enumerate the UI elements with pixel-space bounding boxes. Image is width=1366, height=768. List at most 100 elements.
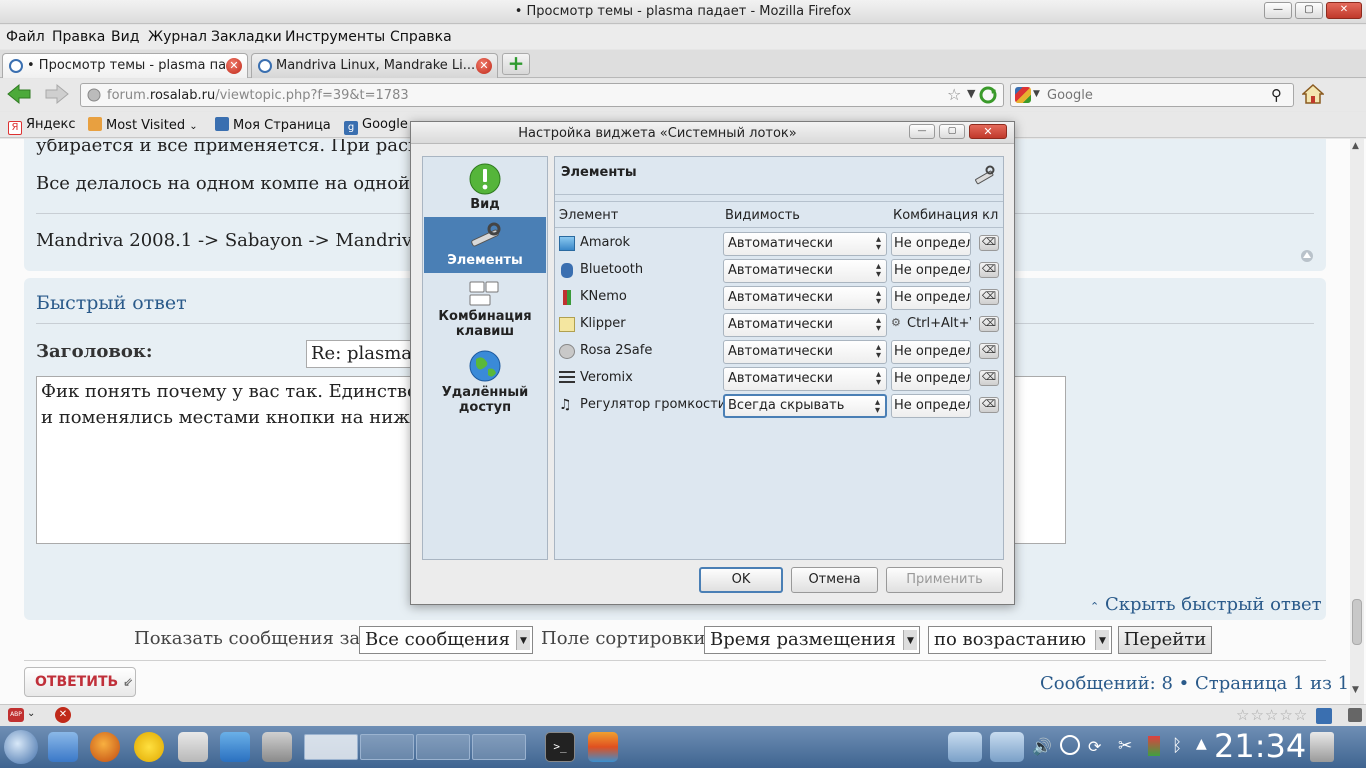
nav-remote-access[interactable]: Удалённый доступ (424, 349, 546, 415)
mail-icon[interactable] (178, 732, 208, 762)
search-box[interactable]: ▼ ⚲ (1010, 83, 1294, 107)
menu-tools[interactable]: Инструменты (285, 29, 385, 45)
task-window-3[interactable] (416, 734, 470, 760)
volume-icon[interactable]: 🔊 (1032, 737, 1052, 756)
network-icon[interactable] (1060, 735, 1080, 755)
visibility-select[interactable]: Всегда скрывать ▴ ▾ (723, 394, 887, 418)
clear-shortcut-icon[interactable]: ⌫ (979, 262, 999, 278)
engine-dropdown-icon[interactable]: ▼ (1033, 89, 1040, 99)
clear-shortcut-icon[interactable]: ⌫ (979, 397, 999, 413)
shortcut-button[interactable]: Не определено (891, 340, 971, 364)
scroll-down-icon[interactable]: ▼ (1352, 685, 1359, 695)
back-arrow-icon[interactable] (6, 83, 32, 105)
cancel-button[interactable]: Отмена (791, 567, 878, 593)
clear-shortcut-icon[interactable]: ⌫ (979, 343, 999, 359)
task-firefox-window[interactable] (304, 734, 358, 760)
dialog-minimize-button[interactable]: — (909, 124, 935, 139)
column-visibility[interactable]: Видимость (725, 208, 800, 223)
menu-bookmarks[interactable]: Закладки (211, 29, 282, 45)
adblock-dropdown-icon[interactable]: ⌄ (27, 708, 35, 719)
tray-expand-icon[interactable]: ▲ (1196, 736, 1207, 752)
bookmark-most-visited[interactable]: Most Visited ⌄ (88, 117, 198, 133)
start-menu-icon[interactable] (4, 730, 38, 764)
visibility-select[interactable]: Автоматически ▴ ▾ (723, 340, 887, 364)
page-scrollbar[interactable]: ▲ ▼ (1350, 139, 1364, 704)
shortcut-button[interactable]: Не определено (891, 286, 971, 310)
column-element[interactable]: Элемент (559, 208, 618, 223)
resize-grip-icon[interactable] (1348, 708, 1362, 722)
search-binoculars-icon[interactable]: ⚲ (1271, 86, 1282, 104)
shortcut-button[interactable]: Не определено (891, 232, 971, 256)
column-shortcut[interactable]: Комбинация кл (893, 208, 998, 223)
chat-icon[interactable] (134, 732, 164, 762)
tab-mandriva[interactable]: Mandriva Linux, Mandrake Li... ✕ (251, 53, 498, 78)
settings-icon[interactable] (262, 732, 292, 762)
tab-close-icon[interactable]: ✕ (476, 58, 492, 74)
sort-order-select[interactable]: по возрастанию ▼ (928, 626, 1112, 654)
rating-stars-icon[interactable]: ☆☆☆☆☆ (1236, 706, 1308, 724)
trash-icon[interactable] (1310, 732, 1334, 762)
clear-shortcut-icon[interactable]: ⌫ (979, 370, 999, 386)
clear-shortcut-icon[interactable]: ⌫ (979, 289, 999, 305)
addon-icon[interactable] (1316, 708, 1332, 724)
new-tab-button[interactable]: + (502, 53, 530, 75)
tab-close-icon[interactable]: ✕ (226, 58, 242, 74)
task-window-2[interactable] (360, 734, 414, 760)
firefox-icon[interactable] (90, 732, 120, 762)
dialog-maximize-button[interactable]: ▢ (939, 124, 965, 139)
bookmark-my-page[interactable]: Моя Страница (215, 117, 331, 133)
sync-icon[interactable]: ⟳ (1088, 737, 1101, 756)
adblock-icon[interactable]: ABP (8, 708, 24, 722)
terminal-icon[interactable]: >_ (545, 732, 575, 762)
bookmark-yandex[interactable]: Я Яндекс (8, 117, 76, 135)
visibility-select[interactable]: Автоматически ▴ ▾ (723, 313, 887, 337)
close-window-button[interactable]: ✕ (1326, 2, 1362, 19)
error-icon[interactable]: ✕ (55, 707, 71, 723)
ok-button[interactable]: OK (699, 567, 783, 593)
scrollbar-thumb[interactable] (1352, 599, 1362, 645)
menu-history[interactable]: Журнал (148, 29, 207, 45)
menu-edit[interactable]: Правка (52, 29, 105, 45)
nav-shortcuts[interactable]: Комбинация клавиш (424, 281, 546, 343)
apply-button[interactable]: Применить (886, 567, 1003, 593)
show-posts-select[interactable]: Все сообщения ▼ (359, 626, 533, 654)
clear-shortcut-icon[interactable]: ⌫ (979, 316, 999, 332)
google-engine-icon[interactable] (1015, 87, 1031, 103)
bluetooth-icon[interactable]: ᛒ (1172, 736, 1182, 756)
clipboard-scissors-icon[interactable]: ✂ (1118, 736, 1132, 756)
stacked-apps-icon[interactable] (588, 732, 618, 762)
menu-view[interactable]: Вид (111, 29, 139, 45)
url-bar[interactable]: forum.rosalab.ru/viewtopic.php?f=39&t=17… (80, 83, 1004, 107)
shortcut-button[interactable]: ⚙ Ctrl+Alt+V (891, 313, 971, 337)
tab-topic-view[interactable]: • Просмотр темы - plasma па... ✕ (2, 53, 248, 78)
shortcut-button[interactable]: Не определено (891, 367, 971, 391)
media-player-icon[interactable] (220, 732, 250, 762)
forward-arrow-icon[interactable] (44, 83, 70, 105)
clear-shortcut-icon[interactable]: ⌫ (979, 235, 999, 251)
go-button[interactable]: Перейти (1118, 626, 1212, 654)
maximize-button[interactable]: ▢ (1295, 2, 1323, 19)
dialog-close-button[interactable]: ✕ (969, 124, 1007, 139)
url-dropdown-icon[interactable]: ▼ (967, 87, 975, 100)
visibility-select[interactable]: Автоматически ▴ ▾ (723, 286, 887, 310)
reply-button[interactable]: ОТВЕТИТЬ ⇙ (24, 667, 136, 697)
search-input[interactable] (1047, 87, 1267, 103)
sort-field-select[interactable]: Время размещения ▼ (704, 626, 920, 654)
shortcut-button[interactable]: Не определено (891, 394, 971, 418)
visibility-select[interactable]: Автоматически ▴ ▾ (723, 367, 887, 391)
reload-icon[interactable] (979, 86, 997, 104)
back-to-top-icon[interactable] (1300, 249, 1314, 263)
hide-quick-reply-link[interactable]: ⌃ Скрыть быстрый ответ (1090, 594, 1322, 615)
shortcut-button[interactable]: Не определено (891, 259, 971, 283)
nav-elements[interactable]: Элементы (424, 217, 546, 273)
scroll-up-icon[interactable]: ▲ (1352, 141, 1359, 151)
bookmark-google[interactable]: g Google (344, 117, 408, 135)
tray-camera-icon[interactable] (948, 732, 982, 762)
files-icon[interactable] (48, 732, 78, 762)
minimize-button[interactable]: — (1264, 2, 1292, 19)
task-window-4[interactable] (472, 734, 526, 760)
nav-view[interactable]: Вид (424, 163, 546, 215)
clock[interactable]: 21:34 (1214, 729, 1306, 763)
monitor-icon[interactable] (1148, 736, 1160, 756)
menu-file[interactable]: Файл (6, 29, 45, 45)
